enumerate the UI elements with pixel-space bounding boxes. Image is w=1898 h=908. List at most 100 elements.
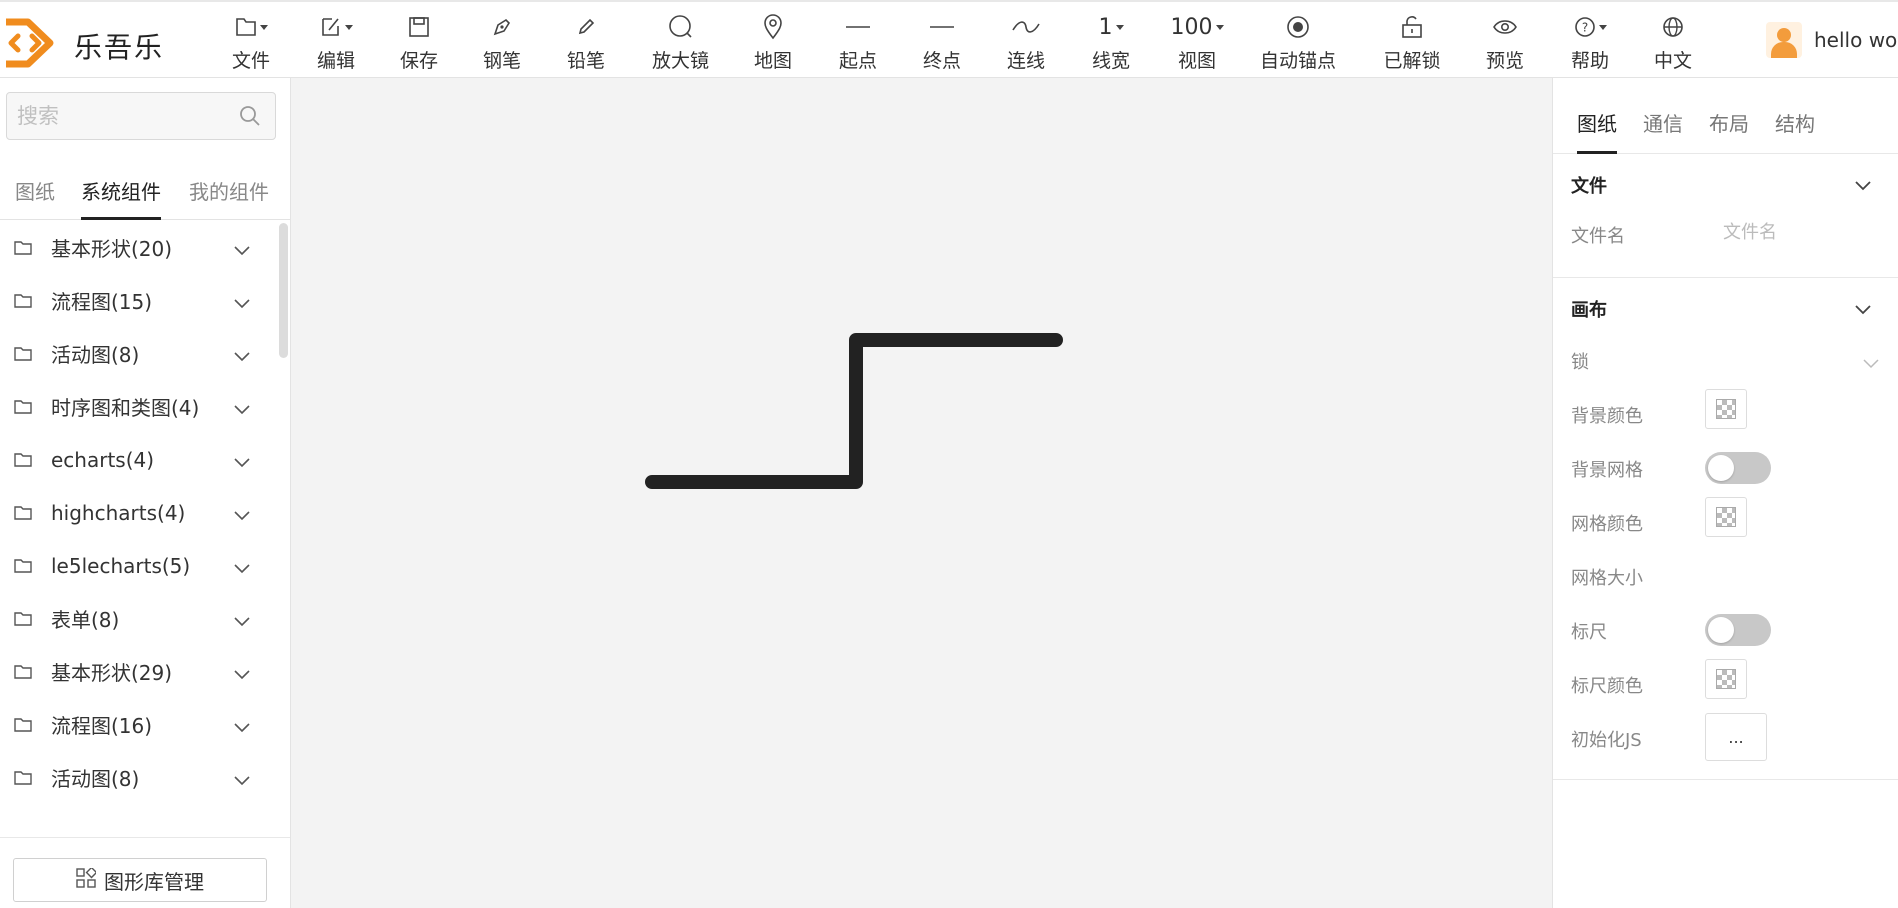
folder-icon — [14, 611, 32, 630]
folder-icon — [14, 558, 32, 577]
zoom-view-select[interactable]: 100 视图 — [1171, 10, 1224, 74]
map-pin-icon — [762, 14, 784, 40]
library-manage-button[interactable]: 图形库管理 — [13, 858, 267, 902]
pencil-tool-button[interactable]: 铅笔 — [565, 10, 607, 74]
chevron-down-icon[interactable] — [234, 612, 250, 631]
lock-select-chevron-icon[interactable] — [1863, 354, 1879, 373]
line-start-icon — [845, 24, 871, 30]
lock-label: 锁 — [1571, 352, 1589, 373]
auto-anchor-button[interactable]: 自动锚点 — [1258, 10, 1338, 74]
scrollbar[interactable] — [279, 223, 288, 358]
chevron-down-icon[interactable] — [234, 453, 250, 472]
chevron-down-icon[interactable] — [1855, 176, 1871, 195]
folder-icon — [14, 346, 32, 365]
help-menu-button[interactable]: ? 帮助 — [1566, 10, 1614, 74]
folder-icon — [14, 770, 32, 789]
line-type-button[interactable]: 连线 — [1005, 10, 1047, 74]
end-point-button[interactable]: 终点 — [921, 10, 963, 74]
tree-item-label: 流程图(15) — [51, 290, 153, 314]
connector-line[interactable] — [645, 333, 1063, 489]
search-icon[interactable] — [239, 105, 261, 131]
chevron-down-icon[interactable] — [234, 718, 250, 737]
line-end-icon — [929, 24, 955, 30]
start-point-button[interactable]: 起点 — [837, 10, 879, 74]
tab-my-components[interactable]: 我的组件 — [189, 174, 269, 220]
filename-input[interactable] — [1723, 215, 1893, 249]
tree-item[interactable]: 时序图和类图(4) — [0, 380, 278, 433]
tab-communication[interactable]: 通信 — [1643, 108, 1683, 154]
tree-item[interactable]: 活动图(8) — [0, 751, 278, 804]
tree-item[interactable]: highcharts(4) — [0, 486, 278, 539]
tree-item-label: le5lecharts(5) — [51, 553, 191, 578]
user-menu[interactable]: hello world — [1766, 22, 1898, 58]
preview-button[interactable]: 预览 — [1484, 10, 1526, 74]
tree-item[interactable]: le5lecharts(5) — [0, 539, 278, 592]
grid-color-swatch[interactable] — [1705, 497, 1747, 537]
bg-color-swatch[interactable] — [1705, 389, 1747, 429]
grid-size-input[interactable] — [1703, 558, 1873, 592]
tab-layout[interactable]: 布局 — [1709, 108, 1749, 154]
save-icon — [408, 16, 430, 38]
grid-color-label: 网格颜色 — [1571, 514, 1643, 535]
chevron-down-icon[interactable] — [234, 506, 250, 525]
unlock-icon — [1400, 15, 1424, 39]
search-input[interactable] — [17, 93, 227, 139]
tab-system-components[interactable]: 系统组件 — [81, 174, 161, 220]
file-section: 文件 文件名 — [1553, 154, 1898, 278]
language-button[interactable]: 中文 — [1652, 10, 1694, 74]
pen-tool-button[interactable]: 钢笔 — [481, 10, 523, 74]
folder-icon — [14, 505, 32, 524]
tree-item[interactable]: 基本形状(29) — [0, 645, 278, 698]
chevron-down-icon[interactable] — [234, 294, 250, 313]
filename-label: 文件名 — [1571, 226, 1625, 247]
magnifier-icon — [668, 14, 694, 40]
save-button[interactable]: 保存 — [398, 10, 440, 74]
tree-item[interactable]: 时序图和类图 — [0, 804, 278, 818]
chevron-down-icon[interactable] — [1855, 300, 1871, 319]
ruler-toggle[interactable] — [1705, 614, 1771, 646]
canvas-section-title[interactable]: 画布 — [1571, 296, 1607, 322]
line-width-select[interactable]: 1 线宽 — [1090, 10, 1132, 74]
logo-icon — [0, 18, 56, 68]
unlock-button[interactable]: 已解锁 — [1382, 10, 1442, 74]
tab-drawings[interactable]: 图纸 — [15, 174, 55, 220]
chevron-down-icon[interactable] — [234, 559, 250, 578]
init-js-button[interactable]: ... — [1705, 713, 1767, 761]
caret-down-icon — [259, 24, 268, 30]
drawing-canvas[interactable] — [291, 78, 1552, 908]
tree-item-label: 基本形状(20) — [51, 237, 173, 261]
tab-structure[interactable]: 结构 — [1775, 108, 1815, 154]
tree-item[interactable]: 基本形状(20) — [0, 221, 278, 274]
bg-grid-toggle[interactable] — [1705, 452, 1771, 484]
tab-drawing[interactable]: 图纸 — [1577, 108, 1617, 154]
bg-color-label: 背景颜色 — [1571, 406, 1643, 427]
tree-item[interactable]: 流程图(15) — [0, 274, 278, 327]
avatar — [1766, 22, 1802, 58]
chevron-down-icon[interactable] — [234, 771, 250, 790]
globe-icon — [1662, 16, 1684, 38]
tree-item-label: 时序图和类图 — [51, 816, 171, 818]
magnifier-tool-button[interactable]: 放大镜 — [649, 10, 712, 74]
file-section-title[interactable]: 文件 — [1571, 172, 1607, 198]
chevron-down-icon[interactable] — [234, 400, 250, 419]
ruler-label: 标尺 — [1571, 622, 1607, 643]
chevron-down-icon[interactable] — [234, 347, 250, 366]
username: hello world — [1814, 28, 1898, 52]
svg-text:?: ? — [1581, 21, 1587, 35]
edit-icon — [320, 16, 342, 38]
tree-item[interactable]: 活动图(8) — [0, 327, 278, 380]
caret-down-icon — [1215, 24, 1224, 30]
caret-down-icon — [1598, 24, 1607, 30]
edit-menu-button[interactable]: 编辑 — [315, 10, 357, 74]
map-tool-button[interactable]: 地图 — [752, 10, 794, 74]
tree-item-label: highcharts(4) — [51, 500, 186, 525]
ruler-color-swatch[interactable] — [1705, 659, 1747, 699]
file-menu-button[interactable]: 文件 — [230, 10, 272, 74]
tree-item[interactable]: echarts(4) — [0, 433, 278, 486]
tree-item[interactable]: 表单(8) — [0, 592, 278, 645]
chevron-down-icon[interactable] — [234, 241, 250, 260]
tree-item-label: 活动图(8) — [51, 767, 140, 791]
tree-item[interactable]: 流程图(16) — [0, 698, 278, 751]
chevron-down-icon[interactable] — [234, 665, 250, 684]
folder-icon — [14, 717, 32, 736]
